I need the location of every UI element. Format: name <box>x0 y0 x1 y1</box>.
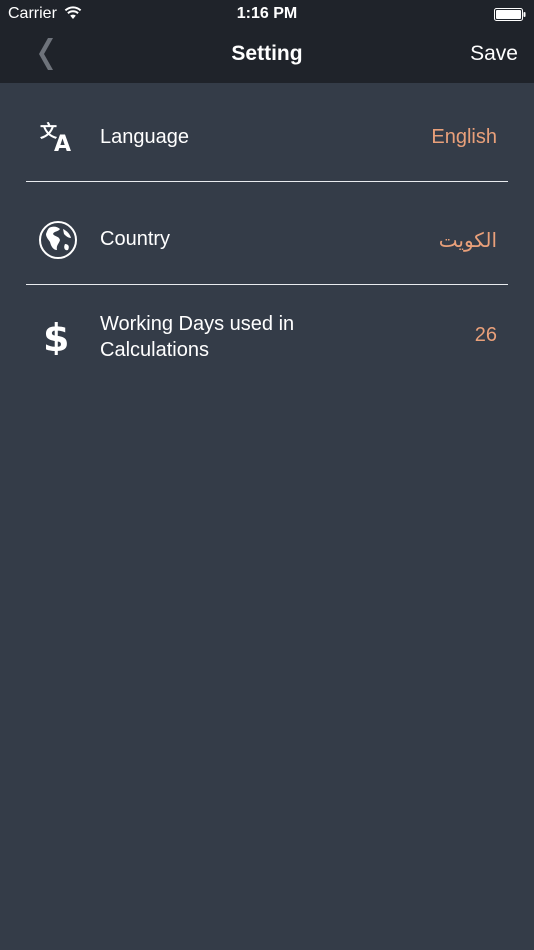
page-title: Setting <box>231 42 303 65</box>
navigation-bar: Setting Save <box>0 28 534 83</box>
setting-label: Language <box>100 126 189 148</box>
dollar-icon: $ <box>43 316 69 355</box>
globe-icon <box>39 221 77 259</box>
translate-icon: 文 A <box>40 121 71 156</box>
status-bar: Carrier 1:16 PM <box>0 0 534 28</box>
setting-value: English <box>431 126 497 148</box>
setting-label: Country <box>100 228 171 250</box>
save-button[interactable]: Save <box>470 42 518 66</box>
settings-list: 文 A Language English Country الكويت $ Wo… <box>0 83 534 389</box>
svg-text:$: $ <box>43 316 69 355</box>
svg-text:A: A <box>54 132 71 156</box>
setting-value: الكويت <box>438 230 497 252</box>
setting-label: Working Days used in Calculations <box>100 313 295 361</box>
clock: 1:16 PM <box>236 5 298 22</box>
setting-value: 26 <box>474 324 497 346</box>
settings-screen: Carrier 1:16 PM Setting Save 文 A Languag… <box>0 0 534 950</box>
setting-row-country[interactable]: Country الكويت <box>0 182 534 285</box>
setting-row-working-days[interactable]: $ Working Days used in Calculations 26 <box>0 285 534 389</box>
setting-row-language[interactable]: 文 A Language English <box>0 83 534 182</box>
top-bar: Carrier 1:16 PM Setting Save <box>0 0 534 83</box>
battery-icon <box>494 8 526 21</box>
